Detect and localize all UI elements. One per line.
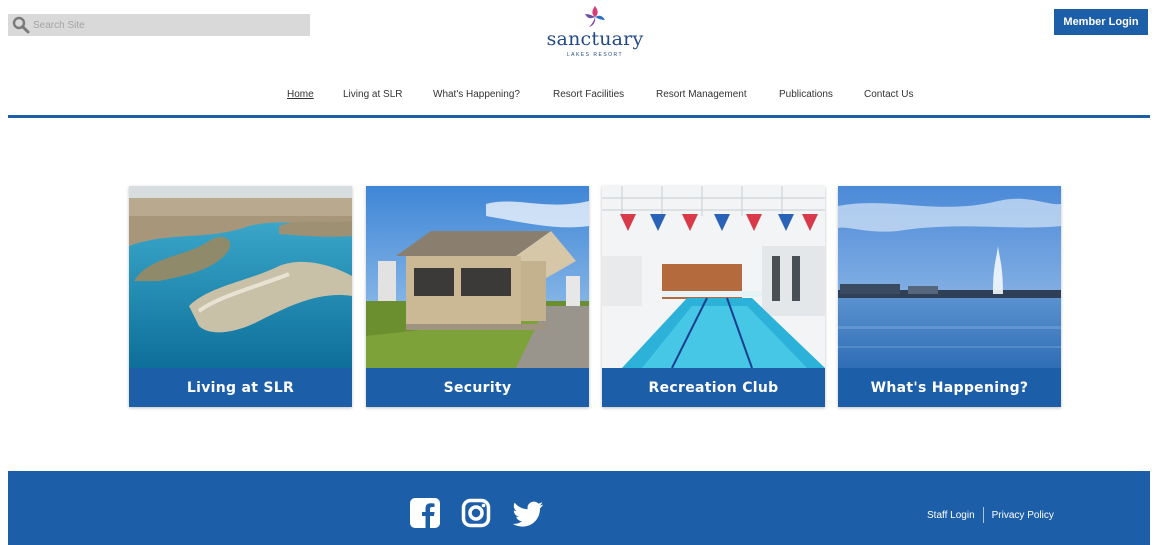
footer-links: Staff Login Privacy Policy	[927, 507, 1054, 523]
instagram-icon[interactable]	[461, 498, 491, 528]
footer: Staff Login Privacy Policy	[8, 471, 1150, 545]
logo-subtitle: LAKES RESORT	[566, 52, 624, 58]
footer-divider	[982, 507, 984, 523]
tile-label: Security	[366, 368, 589, 407]
nav-resort-facilities[interactable]: Resort Facilities	[553, 89, 624, 100]
logo-wordmark: sanctuary	[546, 28, 644, 50]
nav-resort-management[interactable]: Resort Management	[656, 89, 747, 100]
tile-label: Recreation Club	[602, 368, 825, 407]
lake-fountain-image	[838, 186, 1061, 368]
staff-login-link[interactable]: Staff Login	[927, 510, 975, 521]
tile-whats-happening[interactable]: What's Happening?	[838, 186, 1061, 407]
tile-living-at-slr[interactable]: Living at SLR	[129, 186, 352, 407]
tile-security[interactable]: Security	[366, 186, 589, 407]
aerial-lake-image	[129, 186, 352, 368]
search-icon[interactable]	[12, 16, 30, 34]
search-input[interactable]	[30, 15, 300, 35]
nav-contact-us[interactable]: Contact Us	[864, 89, 913, 100]
nav-living-at-slr[interactable]: Living at SLR	[343, 89, 402, 100]
privacy-policy-link[interactable]: Privacy Policy	[992, 510, 1054, 521]
logo-bird-icon	[585, 6, 605, 27]
nav-whats-happening[interactable]: What's Happening?	[433, 89, 520, 100]
indoor-pool-image	[602, 186, 825, 368]
search-bar[interactable]	[8, 14, 310, 36]
member-login-button[interactable]: Member Login	[1054, 9, 1148, 35]
nav-divider	[8, 115, 1150, 118]
gatehouse-image	[366, 186, 589, 368]
site-logo[interactable]: sanctuary LAKES RESORT	[540, 4, 650, 62]
nav-publications[interactable]: Publications	[779, 89, 833, 100]
main-nav: Home Living at SLR What's Happening? Res…	[0, 89, 1165, 103]
nav-home[interactable]: Home	[287, 89, 314, 100]
facebook-icon[interactable]	[410, 498, 440, 528]
tile-label: What's Happening?	[838, 368, 1061, 407]
tile-recreation-club[interactable]: Recreation Club	[602, 186, 825, 407]
tile-label: Living at SLR	[129, 368, 352, 407]
twitter-icon[interactable]	[513, 498, 543, 528]
